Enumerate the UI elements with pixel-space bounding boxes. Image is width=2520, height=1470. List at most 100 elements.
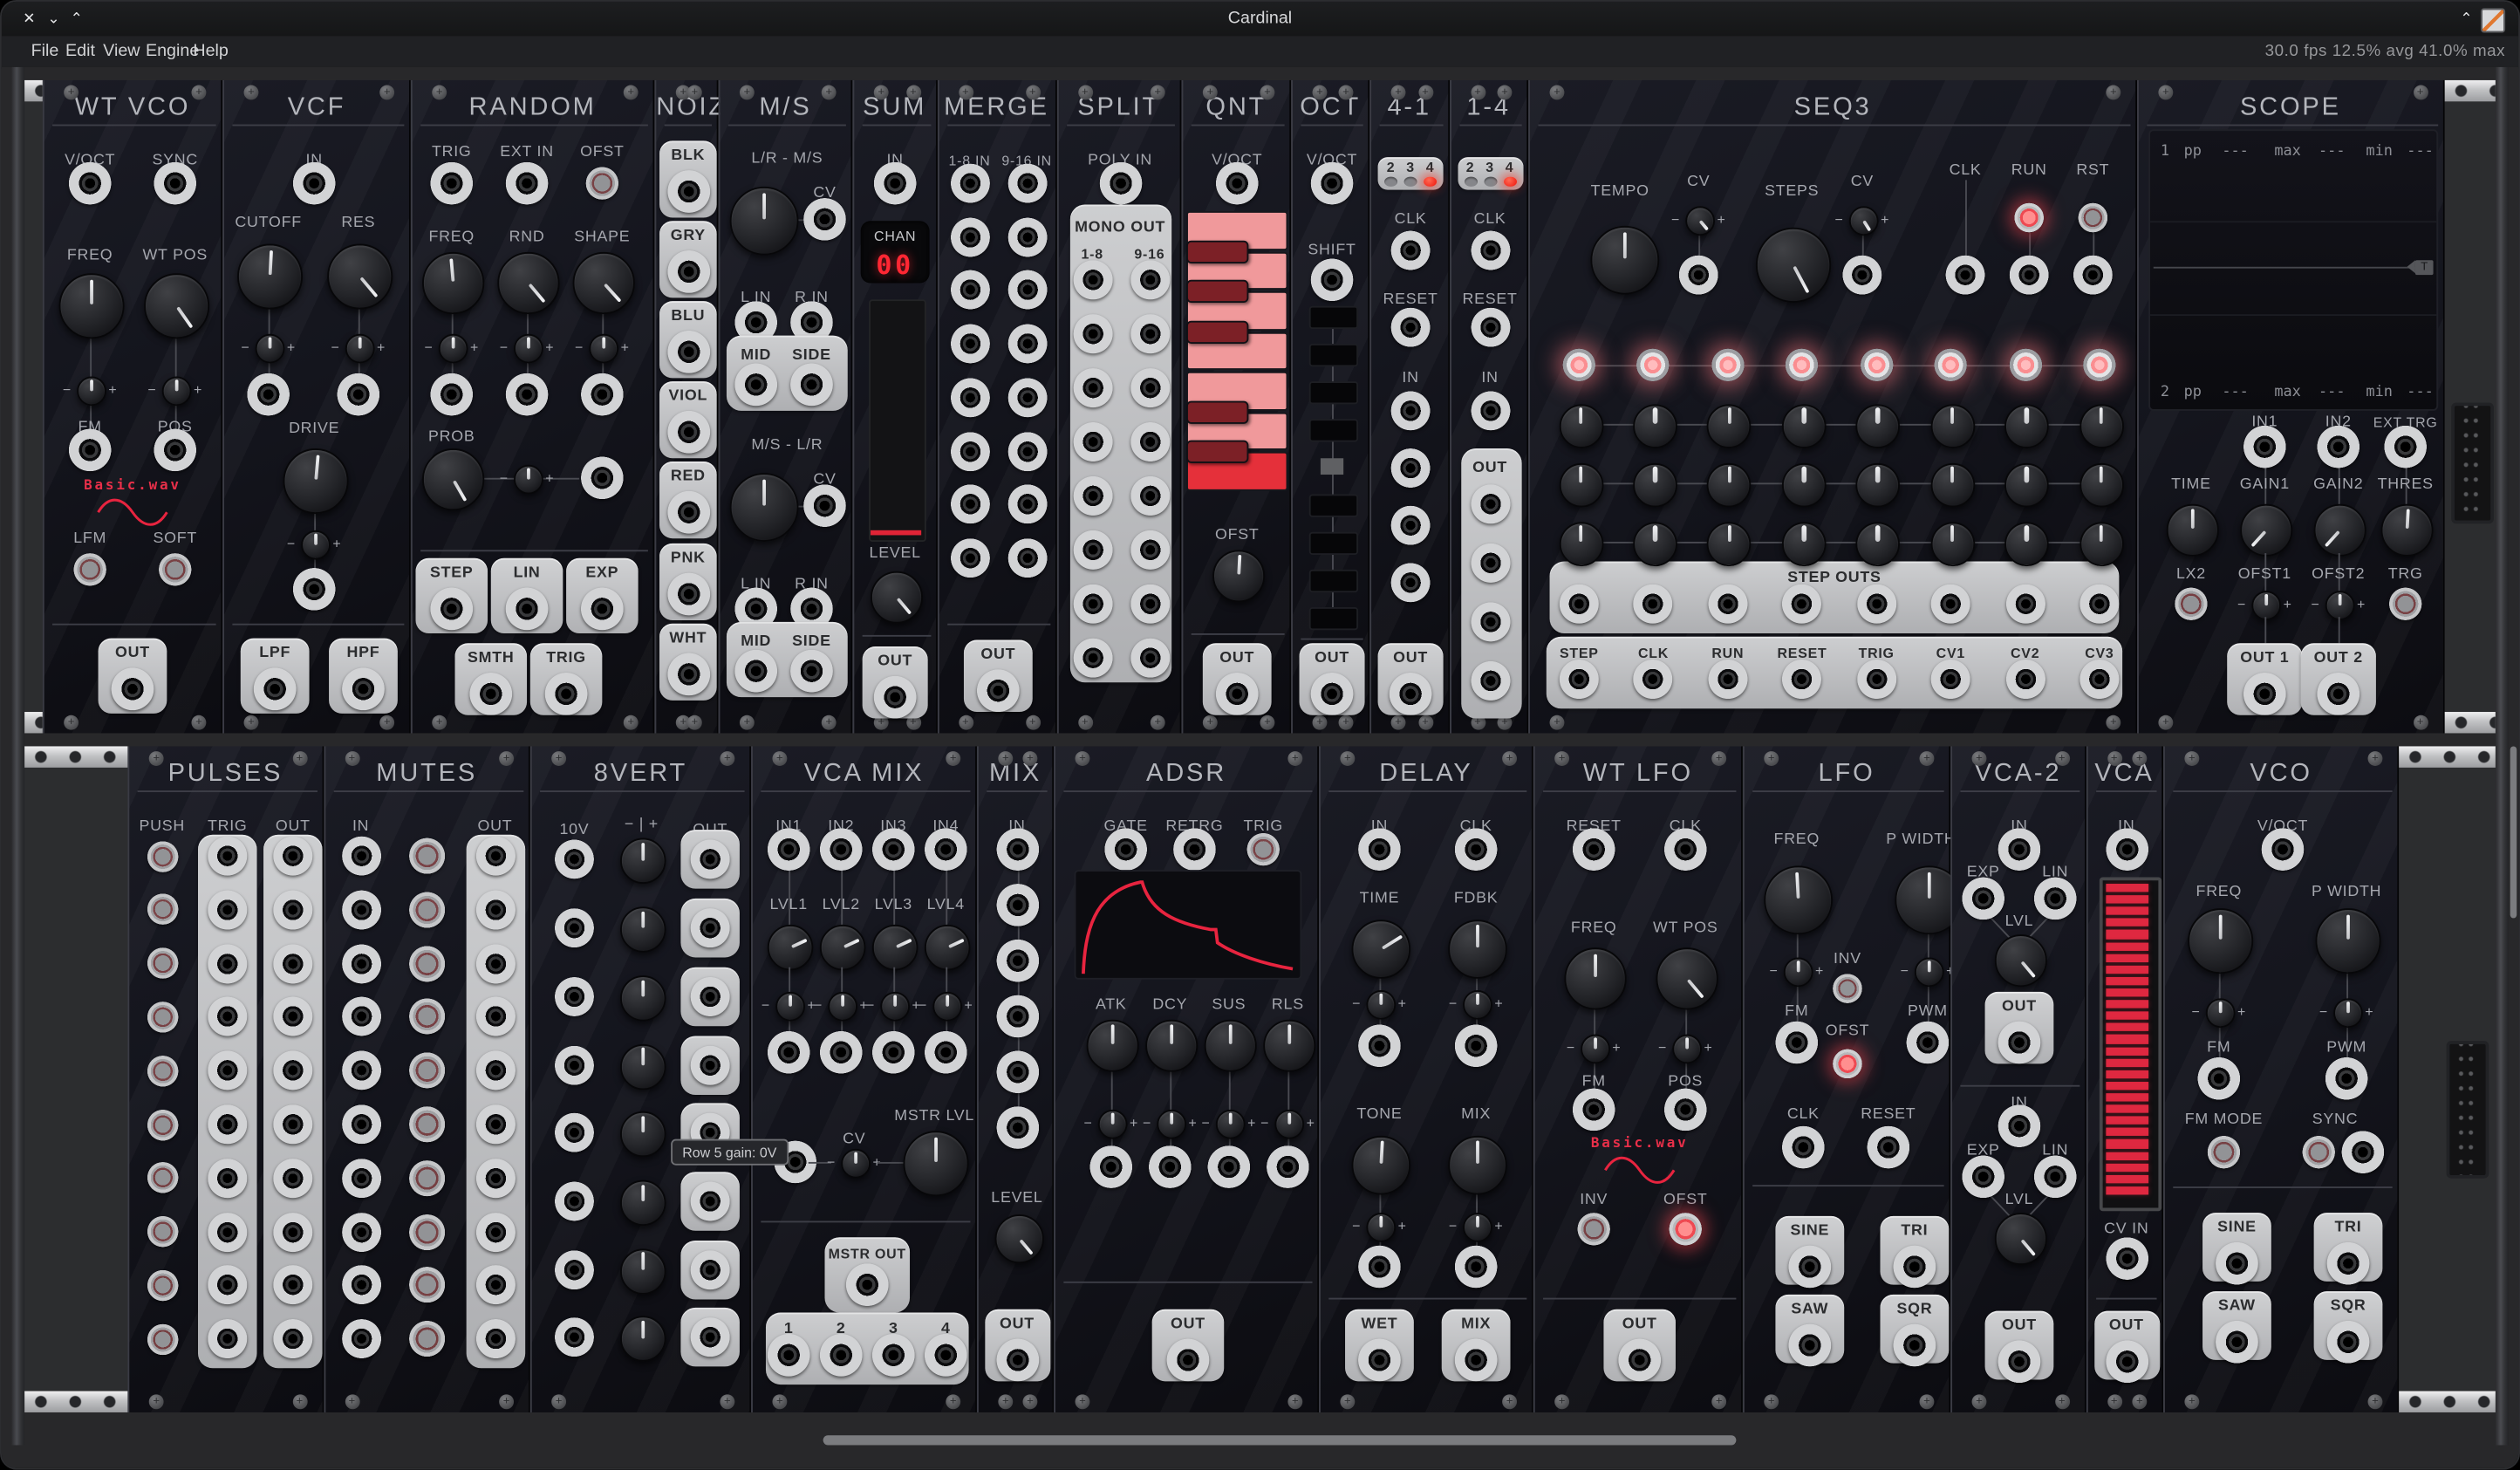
mix-input-6-port[interactable] xyxy=(996,1106,1039,1149)
pulses-trig-out-10-port[interactable] xyxy=(208,1319,247,1358)
pulses-trig-out-8-port[interactable] xyxy=(208,1212,247,1251)
delay-time-knob[interactable] xyxy=(1352,920,1411,979)
lfo-inv-button[interactable] xyxy=(1833,974,1862,1003)
m41-input-4-port[interactable] xyxy=(1391,563,1431,602)
qnt-key-black-5[interactable] xyxy=(1186,400,1249,423)
vca_mix-lvl2-knob[interactable] xyxy=(828,992,857,1022)
pulses-out-10-port[interactable] xyxy=(273,1319,312,1358)
module-merge[interactable]: MERGE1-8 IN9-16 INOUT xyxy=(937,80,1056,734)
split-out-12-port[interactable] xyxy=(1130,422,1169,462)
vcf-drive-knob[interactable] xyxy=(283,448,349,514)
pulses-push-4-button[interactable] xyxy=(147,1002,178,1033)
oct-shift-selected[interactable] xyxy=(1321,458,1343,475)
pulses-push-10-button[interactable] xyxy=(147,1323,178,1355)
vca-out-port[interactable] xyxy=(2105,1340,2148,1383)
pulses-trig-out-3-port[interactable] xyxy=(208,944,247,983)
delay-fdbk-knob[interactable] xyxy=(1448,920,1507,979)
v8-in-3-input-port[interactable] xyxy=(555,977,594,1016)
vca2-lvl-b-knob[interactable] xyxy=(1995,1213,2047,1265)
module-mutes[interactable]: MUTESINOUT xyxy=(324,746,530,1412)
lfo-p-width-knob[interactable] xyxy=(1915,957,1944,987)
seq3-cv1-step7-knob[interactable] xyxy=(2004,403,2049,448)
mix-input-1-port[interactable] xyxy=(996,828,1039,871)
vco-fm-mode-button[interactable] xyxy=(2208,1136,2241,1169)
m41-clk-input-port[interactable] xyxy=(1391,231,1431,270)
pulses-out-3-port[interactable] xyxy=(273,944,312,983)
module-vca_mix[interactable]: VCA MIXIN4LVL4−+IN3LVL3−+IN2LVL2−+IN1LVL… xyxy=(751,746,977,1412)
lfo-ofst-button[interactable] xyxy=(1833,1049,1862,1078)
seq3-cv2-step4-knob[interactable] xyxy=(1782,462,1827,507)
vcf-hpf-out-port[interactable] xyxy=(342,667,385,710)
wt_vco-soft-button[interactable] xyxy=(159,553,192,586)
pulses-trig-out-2-port[interactable] xyxy=(208,890,247,929)
pulses-push-7-button[interactable] xyxy=(147,1162,178,1193)
pulses-push-9-button[interactable] xyxy=(147,1270,178,1302)
wt_lfo-freq-knob[interactable] xyxy=(1564,947,1626,1009)
seq3-step-light[interactable] xyxy=(2009,349,2042,382)
merge-in-4-input-port[interactable] xyxy=(950,325,989,364)
wt_vco-out-port[interactable] xyxy=(112,667,154,710)
vco-saw-out-port[interactable] xyxy=(2216,1321,2258,1364)
v8-gain-6-knob[interactable] xyxy=(620,1179,666,1226)
v8-gain-2-knob[interactable] xyxy=(620,906,666,953)
vca_mix-in3-input-port[interactable] xyxy=(872,828,915,871)
seq3-step-out-3-port[interactable] xyxy=(1708,585,1747,624)
split-out-10-port[interactable] xyxy=(1130,314,1169,353)
seq3-rst-button[interactable] xyxy=(2078,203,2107,233)
mix-input-5-port[interactable] xyxy=(996,1050,1039,1093)
v8-gain-3-knob[interactable] xyxy=(620,975,666,1022)
seq3-step-light[interactable] xyxy=(1786,349,1819,382)
split-out-7-port[interactable] xyxy=(1073,585,1112,624)
vcf-drive-knob[interactable] xyxy=(301,530,331,560)
mutes-in-5-input-port[interactable] xyxy=(341,1051,380,1091)
mutes-in-7-input-port[interactable] xyxy=(341,1159,380,1198)
adsr-sus-cv-input-port[interactable] xyxy=(1207,1145,1250,1188)
delay-tone-knob[interactable] xyxy=(1366,1213,1396,1242)
module-mix[interactable]: MIXINLEVELOUT xyxy=(977,746,1054,1412)
mutes-out-6-port[interactable] xyxy=(475,1104,515,1144)
mutes-in-6-input-port[interactable] xyxy=(341,1104,380,1144)
random-freq-knob[interactable] xyxy=(439,334,468,364)
pulses-out-6-port[interactable] xyxy=(273,1104,312,1144)
noiz-noise-0-port[interactable] xyxy=(666,169,709,212)
pulses-trig-out-6-port[interactable] xyxy=(208,1104,247,1144)
vca_mix-cv-knob[interactable] xyxy=(841,1149,871,1179)
split-out-3-port[interactable] xyxy=(1073,368,1112,407)
v8-in-1-input-port[interactable] xyxy=(555,840,594,879)
seq3-step-out-7-port[interactable] xyxy=(2005,585,2045,624)
oct-shift-cell-2[interactable] xyxy=(1309,381,1358,404)
seq3-cv3-step3-knob[interactable] xyxy=(1707,521,1752,565)
ms-decode-cv-input-port[interactable] xyxy=(803,484,846,527)
ms-mid-out-port[interactable] xyxy=(734,363,777,406)
split-out-6-port[interactable] xyxy=(1073,530,1112,570)
module-qnt[interactable]: QNTV/OCTOFSTOUT xyxy=(1181,80,1291,734)
delay-fdbk-cv-input-port[interactable] xyxy=(1455,1024,1498,1067)
seq3-steps-cv-input-port[interactable] xyxy=(1842,256,1881,295)
m41-input-3-port[interactable] xyxy=(1391,506,1431,545)
split-out-5-port[interactable] xyxy=(1073,476,1112,516)
v8-in-7-input-port[interactable] xyxy=(555,1249,594,1289)
vco-p-width-knob[interactable] xyxy=(2333,998,2363,1028)
seq3-cv2-step1-knob[interactable] xyxy=(1559,462,1603,507)
lfo-saw-out-port[interactable] xyxy=(1788,1324,1831,1367)
v8-gain-4-knob[interactable] xyxy=(620,1043,666,1090)
pulses-push-3-button[interactable] xyxy=(147,947,178,979)
seq3-cv1-step2-knob[interactable] xyxy=(1633,403,1677,448)
vco-sync-input-port[interactable] xyxy=(2342,1131,2385,1173)
split-out-14-port[interactable] xyxy=(1130,530,1169,570)
seq3-cv2-step3-knob[interactable] xyxy=(1707,462,1752,507)
merge-poly-out-port[interactable] xyxy=(977,669,1020,712)
mutes-out-10-port[interactable] xyxy=(475,1319,515,1358)
vca_mix-lvl3-knob[interactable] xyxy=(872,925,919,971)
vcf-audio-input-port[interactable] xyxy=(293,162,336,205)
seq3-steps-cv-knob[interactable] xyxy=(1849,206,1879,236)
seq3-tempo-cv-input-port[interactable] xyxy=(1679,256,1718,295)
adsr-dcy-knob[interactable] xyxy=(1145,1020,1198,1072)
pulses-push-1-button[interactable] xyxy=(147,840,178,872)
m14-clk-input-port[interactable] xyxy=(1471,231,1510,270)
seq3-step-light[interactable] xyxy=(1935,349,1968,382)
delay-tone-cv-input-port[interactable] xyxy=(1358,1246,1401,1289)
vcf-cutoff-knob[interactable] xyxy=(256,334,285,364)
seq3-cv1-step1-knob[interactable] xyxy=(1559,403,1603,448)
seq3-bottom-7-port-port[interactable] xyxy=(2005,660,2045,699)
